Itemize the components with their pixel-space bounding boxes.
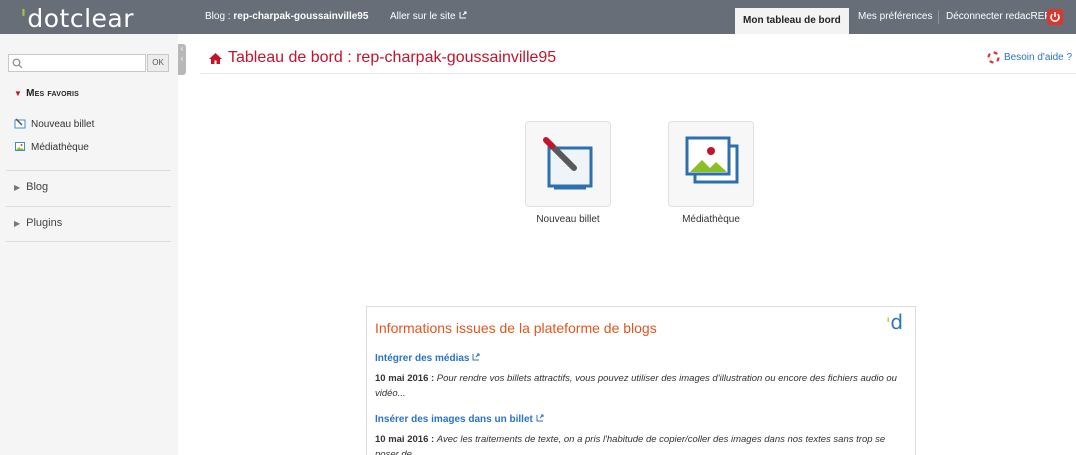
menu-section-plugins[interactable]: ▶ Plugins bbox=[14, 217, 62, 229]
sidebar-collapse-handle[interactable]: ‹ ‹ bbox=[178, 44, 186, 75]
news-item-link[interactable]: Intégrer des médias bbox=[375, 353, 480, 364]
tile-media-label[interactable]: Médiathèque bbox=[663, 214, 759, 225]
logout-link[interactable]: Déconnecter redacREP bbox=[946, 11, 1051, 22]
blog-label: Blog : bbox=[205, 11, 234, 22]
goto-site-link[interactable]: Aller sur le site bbox=[390, 11, 467, 22]
dotclear-small-logo: 'd bbox=[886, 310, 904, 334]
current-blog-info: Blog : rep-charpak-goussainville95 bbox=[205, 11, 368, 22]
title-divider bbox=[200, 73, 1076, 74]
news-item-excerpt: Avec les traitements de texte, on a pris… bbox=[375, 434, 886, 455]
help-link[interactable]: Besoin d'aide ? bbox=[1004, 52, 1072, 63]
sidebar-divider bbox=[6, 241, 171, 242]
triangle-right-icon: ▶ bbox=[14, 219, 21, 228]
external-link-icon bbox=[536, 414, 544, 422]
sidebar: OK ▼ Mes favoris Nouveau billet Médiathèq… bbox=[0, 34, 178, 455]
favorite-media[interactable]: Médiathèque bbox=[14, 141, 89, 153]
triangle-down-icon: ▼ bbox=[14, 89, 23, 98]
favorite-new-post[interactable]: Nouveau billet bbox=[14, 118, 94, 130]
search-icon bbox=[12, 58, 23, 69]
tile-media[interactable] bbox=[668, 121, 754, 207]
favorites-title[interactable]: ▼ Mes favoris bbox=[14, 88, 79, 99]
external-link-icon bbox=[472, 353, 480, 361]
media-icon bbox=[15, 142, 25, 151]
top-bar: 'dotclear Blog : rep-charpak-goussainvil… bbox=[0, 0, 1076, 34]
page-title: Tableau de bord : rep-charpak-goussainvi… bbox=[228, 49, 557, 66]
news-panel: Informations issues de la plateforme de … bbox=[366, 306, 916, 455]
triangle-right-icon: ▶ bbox=[14, 183, 21, 192]
lifebuoy-icon[interactable] bbox=[987, 51, 1000, 64]
preferences-link[interactable]: Mes préférences bbox=[858, 11, 932, 22]
tile-new-post-label[interactable]: Nouveau billet bbox=[520, 214, 616, 225]
dotclear-logo[interactable]: 'dotclear bbox=[20, 4, 134, 33]
news-item-date: 10 mai 2016 : bbox=[375, 434, 435, 445]
news-item-text: 10 mai 2016 : Pour rendre vos billets at… bbox=[375, 371, 910, 401]
topnav-divider bbox=[938, 10, 939, 24]
news-item-excerpt: Pour rendre vos billets attractifs, vous… bbox=[375, 373, 897, 399]
chevron-left-icon: ‹ bbox=[180, 44, 184, 53]
new-post-icon bbox=[543, 137, 593, 190]
blog-name[interactable]: rep-charpak-goussainville95 bbox=[233, 11, 368, 22]
power-icon[interactable] bbox=[1047, 9, 1063, 25]
news-item-link[interactable]: Insérer des images dans un billet bbox=[375, 414, 544, 425]
new-post-icon bbox=[14, 118, 26, 129]
menu-section-blog[interactable]: ▶ Blog bbox=[14, 181, 48, 193]
chevron-left-icon: ‹ bbox=[180, 54, 184, 63]
search-button[interactable]: OK bbox=[147, 54, 169, 72]
sidebar-divider bbox=[6, 206, 171, 207]
tile-new-post[interactable] bbox=[525, 121, 611, 207]
search-input[interactable] bbox=[8, 54, 146, 72]
sidebar-divider bbox=[6, 170, 171, 171]
news-title: Informations issues de la plateforme de … bbox=[375, 320, 657, 336]
external-link-icon bbox=[459, 11, 467, 19]
home-icon bbox=[209, 53, 222, 64]
news-item-date: 10 mai 2016 : bbox=[375, 373, 435, 384]
dashboard-link[interactable]: Mon tableau de bord bbox=[735, 8, 849, 34]
news-item-text: 10 mai 2016 : Avec les traitements de te… bbox=[375, 432, 910, 455]
media-icon bbox=[685, 136, 739, 184]
